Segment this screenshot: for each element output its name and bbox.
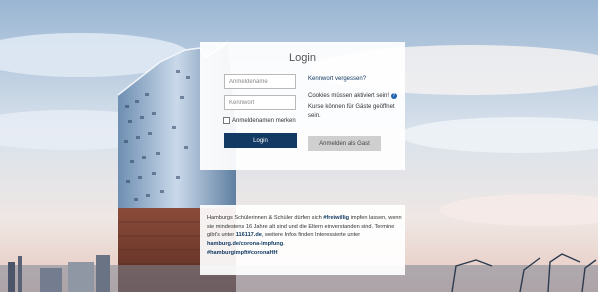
info-link-hamburg[interactable]: hamburg.de/corona-impfung [207, 241, 283, 247]
question-circle-icon[interactable]: ? [390, 92, 397, 99]
guest-login-button[interactable]: Anmelden als Gast [308, 136, 381, 151]
username-input[interactable] [224, 74, 296, 89]
login-help-column: Kennwort vergessen? Cookies müssen aktiv… [308, 75, 398, 120]
guest-info-text: Kurse können für Gäste geöffnet sein. [308, 104, 395, 119]
remember-label: Anmeldenamen merken [232, 117, 296, 124]
login-title: Login [289, 52, 316, 64]
forgot-password-link[interactable]: Kennwort vergessen? [308, 75, 398, 84]
remember-username[interactable]: Anmeldenamen merken [223, 117, 296, 124]
info-hashtags: #hamburgimpft#coronaHH [207, 249, 278, 256]
password-input[interactable] [224, 95, 296, 110]
info-hashtag-freiwillig: #freiwillig [323, 215, 350, 221]
info-panel: Hamburgs Schülerinnen & Schüler dürfen s… [200, 205, 405, 275]
login-button[interactable]: Login [224, 133, 297, 148]
login-panel: Login Anmeldenamen merken Login Kennwort… [200, 42, 405, 170]
vaccination-info-text: Hamburgs Schülerinnen & Schüler dürfen s… [207, 214, 402, 258]
cookie-text: Cookies müssen aktiviert sein! [308, 92, 390, 99]
cookie-notice: Cookies müssen aktiviert sein! ? [308, 92, 398, 101]
info-text-1: Hamburgs Schülerinnen & Schüler dürfen s… [207, 215, 324, 221]
info-text-3: , weitere Infos finden Interessierte unt… [261, 232, 361, 239]
info-text-4: . [283, 241, 285, 248]
remember-checkbox[interactable] [223, 117, 230, 124]
info-link-116117[interactable]: 116117.de [236, 232, 262, 238]
